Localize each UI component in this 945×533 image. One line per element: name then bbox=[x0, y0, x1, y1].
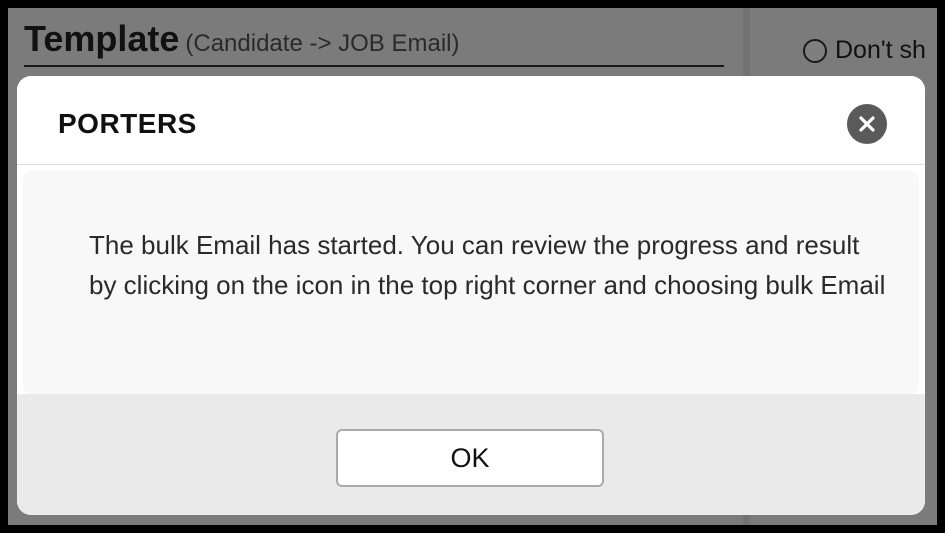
modal-header: PORTERS bbox=[17, 76, 925, 165]
modal-body: The bulk Email has started. You can revi… bbox=[23, 171, 919, 395]
close-button[interactable] bbox=[847, 104, 887, 144]
close-icon bbox=[859, 116, 875, 132]
screen: Template(Candidate -> JOB Email) Don't s… bbox=[8, 8, 937, 525]
modal-message: The bulk Email has started. You can revi… bbox=[89, 230, 886, 300]
modal-footer: OK bbox=[17, 394, 925, 515]
ok-button[interactable]: OK bbox=[336, 429, 604, 487]
modal-dialog: PORTERS The bulk Email has started. You … bbox=[17, 76, 925, 515]
modal-title: PORTERS bbox=[58, 108, 197, 139]
